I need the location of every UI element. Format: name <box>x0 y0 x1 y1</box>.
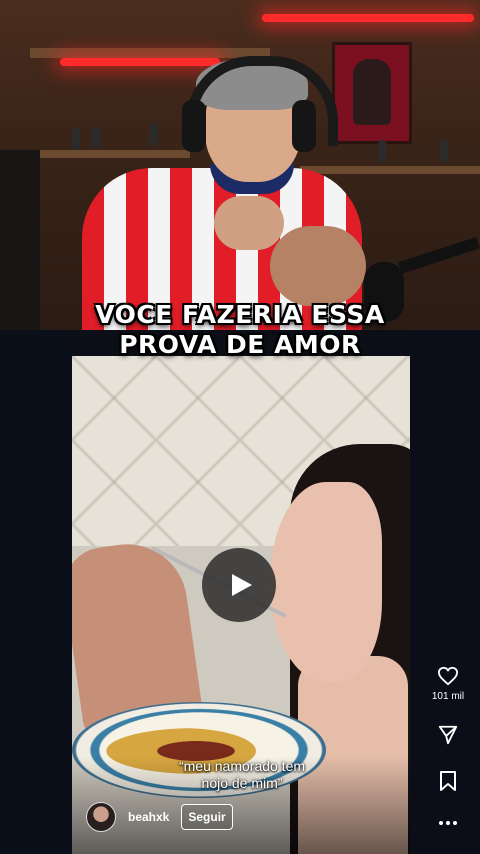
wall-poster <box>332 42 412 144</box>
more-button[interactable] <box>428 820 468 826</box>
microphone-arm <box>398 236 480 274</box>
headset-earcup <box>292 100 316 152</box>
streamer-arm <box>270 226 366 306</box>
shelf <box>300 166 480 174</box>
streamer-hand <box>214 196 284 250</box>
embedded-video[interactable]: “meu namorado tem nojo de mim” beahxk Se… <box>72 356 410 854</box>
follow-button[interactable]: Seguir <box>181 804 233 830</box>
girl-face <box>270 482 382 682</box>
play-button[interactable] <box>202 548 276 622</box>
side-panel-left <box>0 330 72 854</box>
heart-icon <box>437 666 458 686</box>
headline-line: VOCE FAZERIA ESSA <box>95 300 385 329</box>
neon-light <box>262 14 474 22</box>
channel-name[interactable]: beahxk <box>128 810 169 824</box>
like-count: 101 mil <box>431 691 465 702</box>
save-button[interactable] <box>428 770 468 792</box>
more-dots-icon <box>439 821 457 825</box>
collectible-figure <box>72 128 80 150</box>
avatar[interactable] <box>86 802 116 832</box>
send-icon <box>438 725 458 745</box>
neon-light <box>60 58 220 66</box>
video-caption: “meu namorado tem nojo de mim” <box>142 758 342 792</box>
collectible-figure <box>92 126 100 148</box>
collectible-figure <box>150 124 158 146</box>
headset-earcup <box>182 100 206 152</box>
headline-line: PROVA DE AMOR <box>119 330 361 359</box>
shelf <box>40 150 190 158</box>
caption-line: nojo de mim” <box>201 775 283 791</box>
bookmark-icon <box>440 771 456 791</box>
play-icon <box>231 574 252 596</box>
channel-row: beahxk Seguir <box>86 802 233 832</box>
like-button[interactable]: 101 mil <box>428 666 468 702</box>
caption-line: “meu namorado tem <box>178 758 306 774</box>
share-button[interactable] <box>428 724 468 746</box>
collectible-figure <box>378 140 386 162</box>
headline-caption: VOCE FAZERIA ESSA PROVA DE AMOR <box>0 300 480 360</box>
streamer-webcam <box>0 0 480 330</box>
shelf <box>30 48 270 58</box>
collectible-figure <box>440 140 448 162</box>
